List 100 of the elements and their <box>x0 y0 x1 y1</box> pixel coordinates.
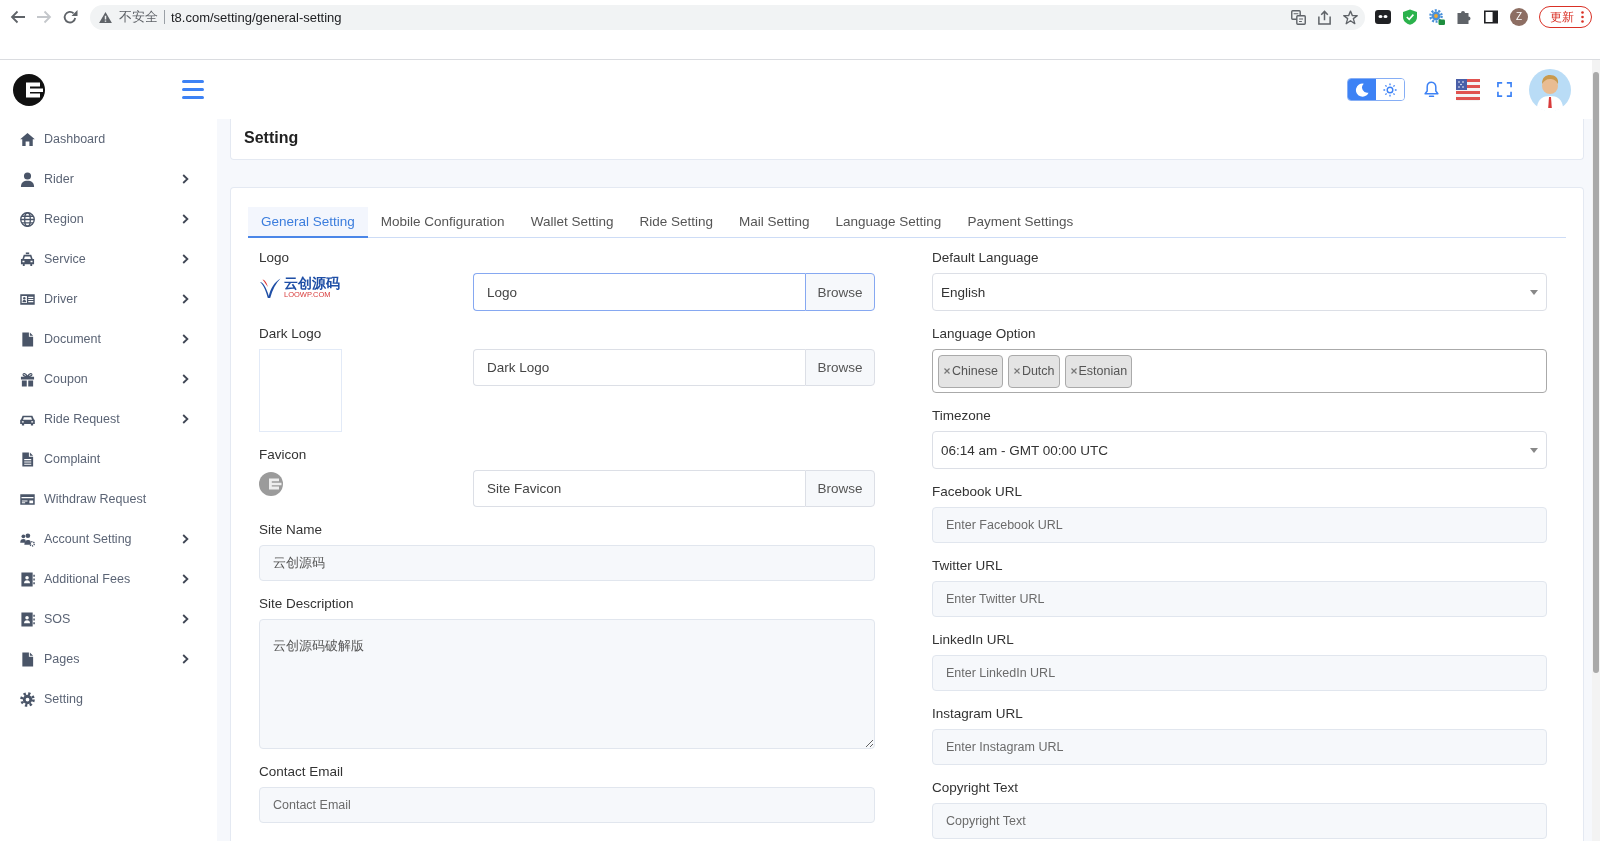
field-label: Timezone <box>932 407 991 425</box>
file-input[interactable]: Logo <box>473 273 805 311</box>
sidebar-item[interactable]: Account Setting <box>0 519 217 559</box>
gear-icon <box>20 691 35 707</box>
sidebar-item[interactable]: Complaint <box>0 439 217 479</box>
remove-icon[interactable] <box>944 368 950 374</box>
puzzle-icon[interactable] <box>1456 9 1472 25</box>
remove-icon[interactable] <box>1070 368 1077 374</box>
back-icon[interactable] <box>10 9 26 25</box>
tag-label: Chinese <box>952 364 998 378</box>
text-field[interactable]: 云创源码 <box>259 545 875 581</box>
field-label: Site Description <box>259 595 354 613</box>
field-label: Logo <box>259 249 290 267</box>
sidebar-item[interactable]: Driver <box>0 279 217 319</box>
field-label: Twitter URL <box>932 557 1003 575</box>
sidebar-item[interactable]: SOS <box>0 599 217 639</box>
textarea-field[interactable]: 云创源码破解版 <box>259 619 875 749</box>
round-logo-icon <box>259 472 283 496</box>
shield-icon[interactable] <box>1402 9 1418 25</box>
sidebar-item[interactable]: Withdraw Request <box>0 479 217 519</box>
users-gear-icon <box>20 531 35 547</box>
sun-icon <box>1383 82 1397 97</box>
text-field[interactable]: Enter Twitter URL <box>932 581 1547 617</box>
more-icon <box>1581 11 1584 23</box>
contact-book-icon <box>20 611 35 627</box>
fullscreen-icon[interactable] <box>1497 82 1512 97</box>
field-label: Instagram URL <box>932 705 1023 723</box>
sidebar-item[interactable]: Pages <box>0 639 217 679</box>
browse-button[interactable]: Browse <box>805 273 875 311</box>
sidebar-item[interactable]: Coupon <box>0 359 217 399</box>
id-card-icon <box>20 291 35 307</box>
browse-button[interactable]: Browse <box>805 349 875 386</box>
globe-icon <box>20 211 35 227</box>
text-field[interactable]: Enter LinkedIn URL <box>932 655 1547 691</box>
app-logo-icon[interactable] <box>13 73 45 106</box>
sidebar-item[interactable]: Dashboard <box>0 119 217 159</box>
card-icon <box>20 491 35 507</box>
field-label: Language Option <box>932 325 1036 343</box>
file-icon <box>20 331 35 347</box>
scrollbar-thumb[interactable] <box>1593 72 1599 673</box>
tab[interactable]: Payment Settings <box>954 207 1087 238</box>
translate-icon[interactable] <box>1291 9 1306 25</box>
sidebar-item[interactable]: Document <box>0 319 217 359</box>
field-label: Favicon <box>259 446 307 464</box>
multi-select-field[interactable]: Chinese Dutch Estonian <box>932 349 1547 393</box>
sidebar-item[interactable]: Rider <box>0 159 217 199</box>
reload-icon[interactable] <box>62 9 78 25</box>
swoosh-logo-icon <box>259 276 281 299</box>
update-button[interactable]: 更新 <box>1539 6 1592 28</box>
tab[interactable]: Mail Setting <box>726 207 823 238</box>
side-panel-icon[interactable] <box>1483 9 1499 25</box>
field-label: Default Language <box>932 249 1039 267</box>
select-field[interactable]: 06:14 am - GMT 00:00 UTC <box>932 431 1547 469</box>
file-icon <box>20 651 35 667</box>
tab[interactable]: Language Setting <box>822 207 955 238</box>
select-field[interactable]: English <box>932 273 1547 311</box>
sidebar-item[interactable]: Service <box>0 239 217 279</box>
sidebar-item[interactable]: Ride Request <box>0 399 217 439</box>
taxi-icon <box>20 251 35 267</box>
browse-button[interactable]: Browse <box>805 470 875 507</box>
sidebar-item[interactable]: Region <box>0 199 217 239</box>
field-label: Facebook URL <box>932 483 1023 501</box>
field-label: Site Name <box>259 521 323 539</box>
caret-icon <box>1530 289 1538 295</box>
caret-icon <box>1530 447 1538 453</box>
address-bar[interactable]: 不安全 t8.com/setting/general-setting <box>90 4 1365 30</box>
field-label: Contact Email <box>259 763 344 781</box>
menu-icon[interactable] <box>182 80 204 99</box>
moon-icon <box>1355 82 1369 97</box>
sidebar-item[interactable]: Additional Fees <box>0 559 217 599</box>
brand-name: 云创源码 <box>284 276 340 291</box>
remove-icon[interactable] <box>1013 368 1020 374</box>
flag-icon[interactable] <box>1456 78 1480 101</box>
bell-icon[interactable] <box>1424 81 1439 98</box>
text-field[interactable]: Enter Instagram URL <box>932 729 1547 765</box>
tag-label: Estonian <box>1078 364 1128 378</box>
gift-icon <box>20 371 35 387</box>
field-label: Copyright Text <box>932 779 1019 797</box>
gear-icon[interactable] <box>1429 9 1445 25</box>
avatar[interactable] <box>1529 68 1571 111</box>
text-field[interactable]: Copyright Text <box>932 803 1547 839</box>
sidebar-item[interactable]: Setting <box>0 679 217 719</box>
tab[interactable]: General Setting <box>248 207 368 238</box>
tag-label: Dutch <box>1021 364 1055 378</box>
tab[interactable]: Wallet Setting <box>517 207 627 238</box>
extension-icon[interactable] <box>1375 9 1391 25</box>
profile-button[interactable]: Z <box>1510 8 1528 26</box>
field-label: LinkedIn URL <box>932 631 1014 649</box>
dark-mode-button[interactable] <box>1348 79 1376 100</box>
share-icon[interactable] <box>1317 9 1332 25</box>
contact-book-icon <box>20 571 35 587</box>
tab[interactable]: Mobile Configuration <box>367 207 518 238</box>
page-title: Setting <box>244 129 299 146</box>
star-icon[interactable] <box>1343 9 1358 25</box>
document-icon <box>20 451 35 467</box>
tab[interactable]: Ride Setting <box>626 207 726 238</box>
text-field[interactable]: Enter Facebook URL <box>932 507 1547 543</box>
warning-icon <box>99 11 112 23</box>
text-field[interactable]: Contact Email <box>259 787 875 823</box>
field-label: Dark Logo <box>259 325 322 343</box>
